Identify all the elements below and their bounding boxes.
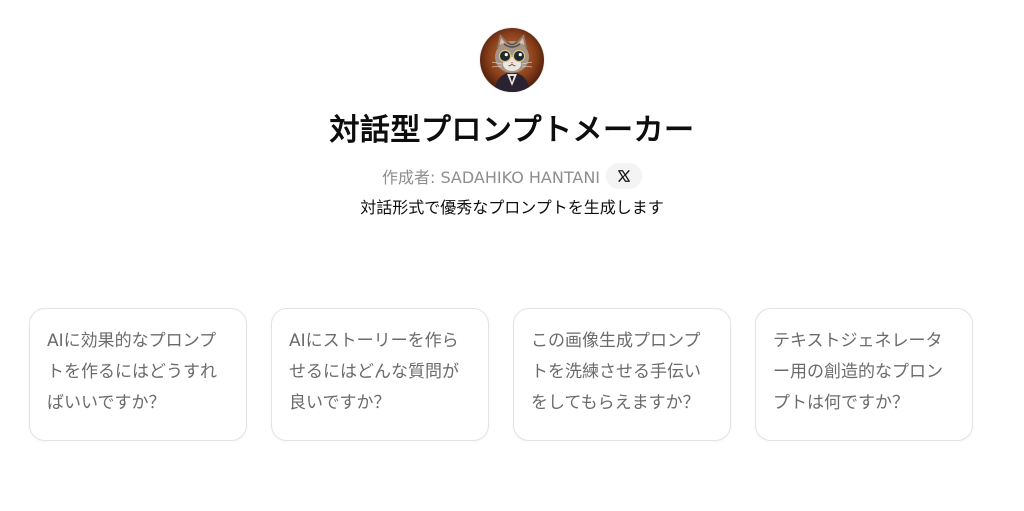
conversation-starters: AIに効果的なプロンプトを作るにはどうすればいいですか？ AIにストーリーを作ら… [29,308,973,441]
starter-card[interactable]: この画像生成プロンプトを洗練させる手伝いをしてもらえますか？ [513,308,731,441]
gpt-description: 対話形式で優秀なプロンプトを生成します [360,198,664,217]
x-profile-link[interactable] [606,163,643,189]
cat-avatar-icon [480,28,544,92]
gpt-header: 対話型プロンプトメーカー 作成者: SADAHIKO HANTANI 対話形式で… [0,28,1024,220]
gpt-title: 対話型プロンプトメーカー [329,113,695,148]
x-logo-icon [618,170,630,182]
starter-card[interactable]: AIにストーリーを作らせるにはどんな質問が良いですか？ [271,308,489,441]
avatar [480,28,544,92]
starter-text: AIにストーリーを作らせるにはどんな質問が良いですか？ [289,331,459,413]
starter-card[interactable]: テキストジェネレーター用の創造的なプロンプトは何ですか？ [755,308,973,441]
starter-text: この画像生成プロンプトを洗練させる手伝いをしてもらえますか？ [531,331,701,413]
author-row: 作成者: SADAHIKO HANTANI [381,162,643,190]
gpt-landing: 対話型プロンプトメーカー 作成者: SADAHIKO HANTANI 対話形式で… [0,0,1024,511]
author-name: 作成者: SADAHIKO HANTANI [381,168,601,187]
starter-card[interactable]: AIに効果的なプロンプトを作るにはどうすればいいですか？ [29,308,247,441]
starter-text: テキストジェネレーター用の創造的なプロンプトは何ですか？ [773,331,943,413]
starter-text: AIに効果的なプロンプトを作るにはどうすればいいですか？ [47,331,217,413]
